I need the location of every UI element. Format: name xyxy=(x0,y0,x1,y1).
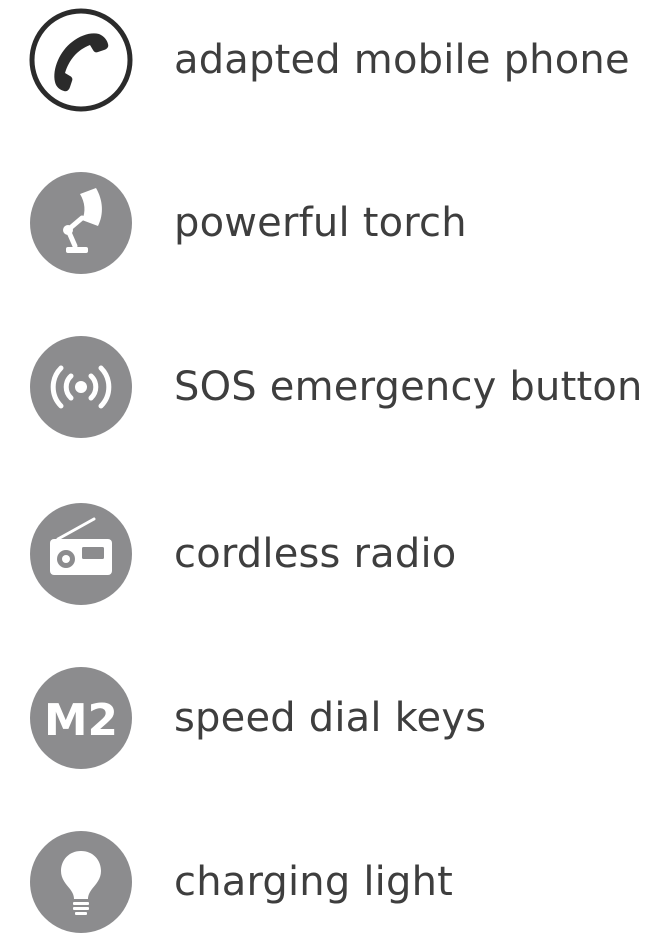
m2-icon-text: M2 xyxy=(44,695,118,746)
feature-item-torch: powerful torch xyxy=(28,170,648,276)
feature-item-mobile-phone: adapted mobile phone xyxy=(28,7,648,113)
feature-label: speed dial keys xyxy=(174,695,487,741)
feature-item-charging-light: charging light xyxy=(28,829,648,935)
phone-handset-icon xyxy=(28,7,134,113)
m2-speed-dial-icon: M2 xyxy=(28,665,134,771)
desk-lamp-torch-icon xyxy=(28,170,134,276)
feature-label: powerful torch xyxy=(174,200,467,246)
feature-item-radio: cordless radio xyxy=(28,501,648,607)
feature-item-sos-button: SOS emergency button xyxy=(28,334,648,440)
feature-label: adapted mobile phone xyxy=(174,37,630,83)
sos-signal-icon xyxy=(28,334,134,440)
feature-item-speed-dial: M2 speed dial keys xyxy=(28,665,648,771)
light-bulb-icon xyxy=(28,829,134,935)
feature-label: SOS emergency button xyxy=(174,364,643,410)
feature-label: charging light xyxy=(174,859,454,905)
radio-icon xyxy=(28,501,134,607)
feature-label: cordless radio xyxy=(174,531,457,577)
